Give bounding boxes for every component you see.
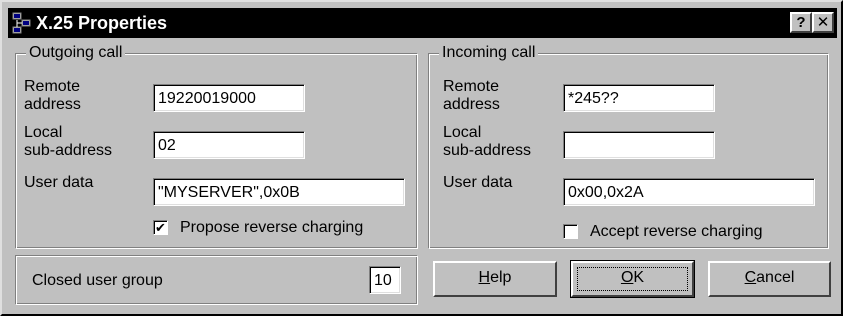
incoming-local-subaddress-field[interactable] bbox=[563, 131, 715, 159]
outgoing-user-data-field[interactable]: "MYSERVER",0x0B bbox=[153, 178, 405, 206]
accept-reverse-charging-label[interactable]: Accept reverse charging bbox=[590, 223, 763, 241]
ok-button[interactable]: OK bbox=[570, 260, 695, 298]
incoming-local-subaddress-label: Local sub-address bbox=[443, 124, 532, 159]
cancel-button[interactable]: Cancel bbox=[708, 261, 831, 297]
outgoing-remote-address-label: Remote address bbox=[24, 78, 81, 113]
propose-reverse-charging-label[interactable]: Propose reverse charging bbox=[180, 219, 363, 237]
outgoing-local-subaddress-field[interactable]: 02 bbox=[153, 131, 305, 159]
incoming-remote-address-label: Remote address bbox=[443, 78, 500, 113]
network-dialog-icon bbox=[12, 12, 31, 34]
closed-user-group-field[interactable]: 10 bbox=[369, 266, 401, 294]
x25-properties-dialog: X.25 Properties ? ✕ Outgoing call Remote… bbox=[0, 0, 843, 316]
outgoing-remote-address-field[interactable]: 19220019000 bbox=[153, 84, 305, 112]
closed-user-group-label: Closed user group bbox=[32, 272, 163, 289]
accept-reverse-charging-checkbox[interactable] bbox=[563, 224, 578, 239]
incoming-remote-address-field[interactable]: *245?? bbox=[563, 84, 715, 112]
propose-reverse-charging-checkbox[interactable]: ✔ bbox=[153, 220, 168, 235]
outgoing-call-legend: Outgoing call bbox=[26, 43, 126, 63]
outgoing-user-data-label: User data bbox=[24, 174, 94, 191]
incoming-user-data-field[interactable]: 0x00,0x2A bbox=[563, 178, 815, 206]
title-help-button[interactable]: ? bbox=[790, 12, 812, 33]
title-close-button[interactable]: ✕ bbox=[812, 12, 834, 33]
help-button[interactable]: Help bbox=[433, 261, 557, 297]
outgoing-local-subaddress-label: Local sub-address bbox=[24, 124, 113, 159]
incoming-call-group: Incoming call Remote address *245?? Loca… bbox=[428, 43, 829, 249]
outgoing-call-group: Outgoing call Remote address 19220019000… bbox=[15, 43, 418, 249]
window-title: X.25 Properties bbox=[36, 13, 168, 33]
title-bar[interactable]: X.25 Properties ? ✕ bbox=[8, 8, 837, 38]
incoming-call-legend: Incoming call bbox=[439, 43, 539, 63]
closed-user-group-box: Closed user group 10 bbox=[15, 255, 418, 305]
incoming-user-data-label: User data bbox=[443, 174, 513, 191]
